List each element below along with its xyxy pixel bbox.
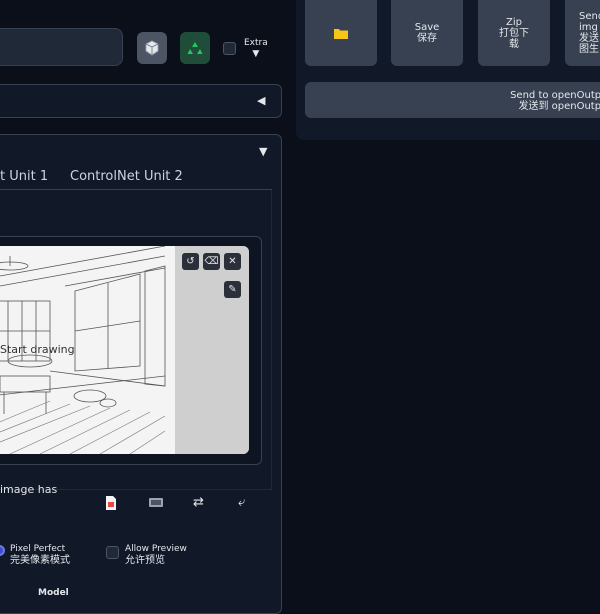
pixel-perfect-label: Pixel Perfect 完美像素模式: [10, 544, 70, 566]
send-to-openoutpaint-button[interactable]: Send to openOutpai 发送到 openOutpai: [305, 82, 600, 118]
close-icon: ✕: [228, 256, 237, 267]
expand-arrow-icon[interactable]: ▼: [259, 145, 267, 158]
return-arrow-icon: ⤶: [238, 495, 246, 510]
camera-icon: [149, 498, 163, 507]
open-folder-button[interactable]: [305, 0, 377, 66]
cube-icon: [145, 40, 159, 56]
refresh-button[interactable]: [137, 32, 167, 64]
brush-icon: ✎: [228, 284, 237, 295]
collapse-arrow-icon[interactable]: ◀: [257, 94, 265, 107]
allow-preview-checkbox[interactable]: [106, 546, 119, 559]
save-button[interactable]: Save 保存: [391, 0, 463, 66]
undo-button[interactable]: ↺: [182, 253, 199, 270]
allow-preview-label: Allow Preview 允许预览: [125, 544, 187, 566]
close-button[interactable]: ✕: [224, 253, 241, 270]
zip-button[interactable]: Zip 打包下载: [478, 0, 550, 66]
recycle-icon: [187, 42, 203, 54]
send-to-img2img-button[interactable]: Send img 发送 图生: [565, 0, 600, 66]
brush-button[interactable]: ✎: [224, 281, 241, 298]
canvas-margin: [175, 246, 249, 454]
canvas-placeholder: Start drawing: [0, 343, 75, 356]
tab-controlnet-unit-1[interactable]: t Unit 1: [0, 169, 48, 184]
extra-checkbox[interactable]: [223, 42, 236, 55]
model-label: Model: [38, 588, 69, 598]
eraser-icon: ⌫: [204, 256, 219, 267]
clear-button[interactable]: ⌫: [203, 253, 220, 270]
image-note-text: image has: [0, 483, 58, 496]
undo-icon: ↺: [186, 256, 195, 267]
swap-button[interactable]: ⇄: [193, 495, 204, 510]
camera-button[interactable]: [148, 495, 164, 513]
folder-icon: [334, 28, 348, 39]
collapsed-accordion[interactable]: [0, 84, 282, 118]
upload-file-button[interactable]: [104, 495, 118, 515]
swap-arrows-icon: ⇄: [193, 495, 204, 510]
prompt-input[interactable]: [0, 28, 123, 66]
extra-label: Extra ▼: [244, 38, 268, 59]
tab-controlnet-unit-2[interactable]: ControlNet Unit 2: [70, 169, 183, 184]
recycle-button[interactable]: [180, 32, 210, 64]
file-icon: [106, 496, 116, 510]
send-dimensions-button[interactable]: ⤶: [238, 495, 245, 510]
